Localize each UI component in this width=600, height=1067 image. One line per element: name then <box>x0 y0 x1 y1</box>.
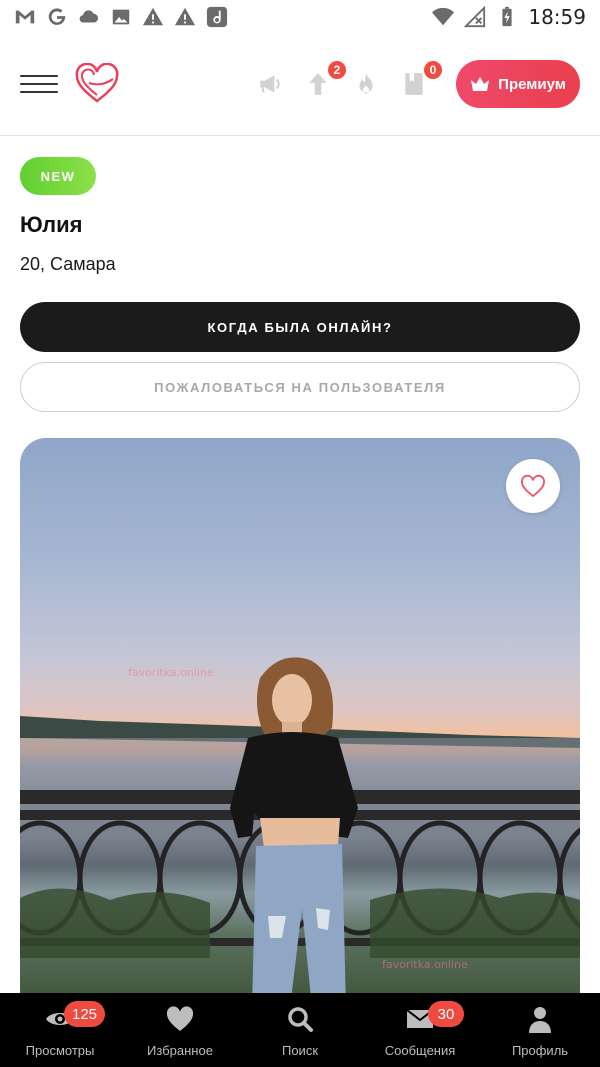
nav-search[interactable]: Поиск <box>240 993 360 1067</box>
status-bar: 18:59 <box>0 0 600 33</box>
heart-outline-icon <box>521 474 545 498</box>
boost-badge: 2 <box>326 59 348 81</box>
search-icon <box>288 1007 313 1032</box>
nav-search-label: Поиск <box>281 1043 319 1058</box>
no-signal-icon <box>464 5 486 28</box>
report-user-button[interactable]: ПОЖАЛОВАТЬСЯ НА ПОЛЬЗОВАТЕЛЯ <box>20 362 580 412</box>
warning-icon <box>174 6 196 28</box>
favorite-button[interactable] <box>506 459 560 513</box>
person-icon <box>529 1007 551 1033</box>
nav-profile[interactable]: Профиль <box>480 993 600 1067</box>
views-badge: 125 <box>64 1001 106 1027</box>
profile-photo[interactable]: favoritka.online favoritka.online <box>20 438 580 1008</box>
wifi-icon <box>432 6 455 28</box>
d-app-icon <box>206 6 228 28</box>
image-icon <box>110 6 132 28</box>
nav-messages-label: Сообщения <box>384 1043 456 1058</box>
clock: 18:59 <box>528 4 586 29</box>
crown-icon <box>471 77 490 91</box>
premium-button[interactable]: Премиум <box>456 60 580 108</box>
battery-charging-icon <box>496 6 518 28</box>
google-icon <box>46 6 68 28</box>
megaphone-icon[interactable] <box>256 69 284 99</box>
nav-views-label: Просмотры <box>25 1043 95 1058</box>
nav-favorites[interactable]: Избранное <box>120 993 240 1067</box>
new-badge: NEW <box>20 157 96 195</box>
book-badge: 0 <box>422 59 444 81</box>
cloud-icon <box>78 6 100 28</box>
photo-scene <box>20 657 580 1008</box>
nav-profile-label: Профиль <box>511 1043 569 1058</box>
profile-name: Юлия <box>20 212 83 237</box>
book-icon[interactable]: 0 <box>400 59 444 99</box>
premium-label: Премиум <box>498 75 566 93</box>
status-bar-notifications <box>14 6 228 28</box>
heart-logo-icon[interactable] <box>74 63 120 105</box>
watermark-text: favoritka.online <box>128 666 214 679</box>
profile-age-location: 20, Самара <box>20 254 116 274</box>
fire-icon[interactable] <box>352 69 380 99</box>
nav-views[interactable]: 125 Просмотры <box>0 993 120 1067</box>
watermark-text: favoritka.online <box>382 958 468 971</box>
messages-badge: 30 <box>428 1001 464 1027</box>
arrow-up-icon[interactable]: 2 <box>304 59 348 99</box>
status-bar-system: 18:59 <box>432 5 586 29</box>
app-header: 2 0 Премиум <box>0 33 600 136</box>
nav-favorites-label: Избранное <box>147 1043 213 1058</box>
gmail-icon <box>14 6 36 28</box>
header-actions: 2 0 Премиум <box>256 59 580 108</box>
hamburger-icon[interactable] <box>20 72 58 96</box>
bottom-navigation: 125 Просмотры Избранное Поиск 30 Сообщен… <box>0 993 600 1067</box>
nav-messages[interactable]: 30 Сообщения <box>360 993 480 1067</box>
warning-icon <box>142 6 164 28</box>
heart-icon <box>166 1006 194 1031</box>
last-online-button[interactable]: КОГДА БЫЛА ОНЛАЙН? <box>20 302 580 352</box>
